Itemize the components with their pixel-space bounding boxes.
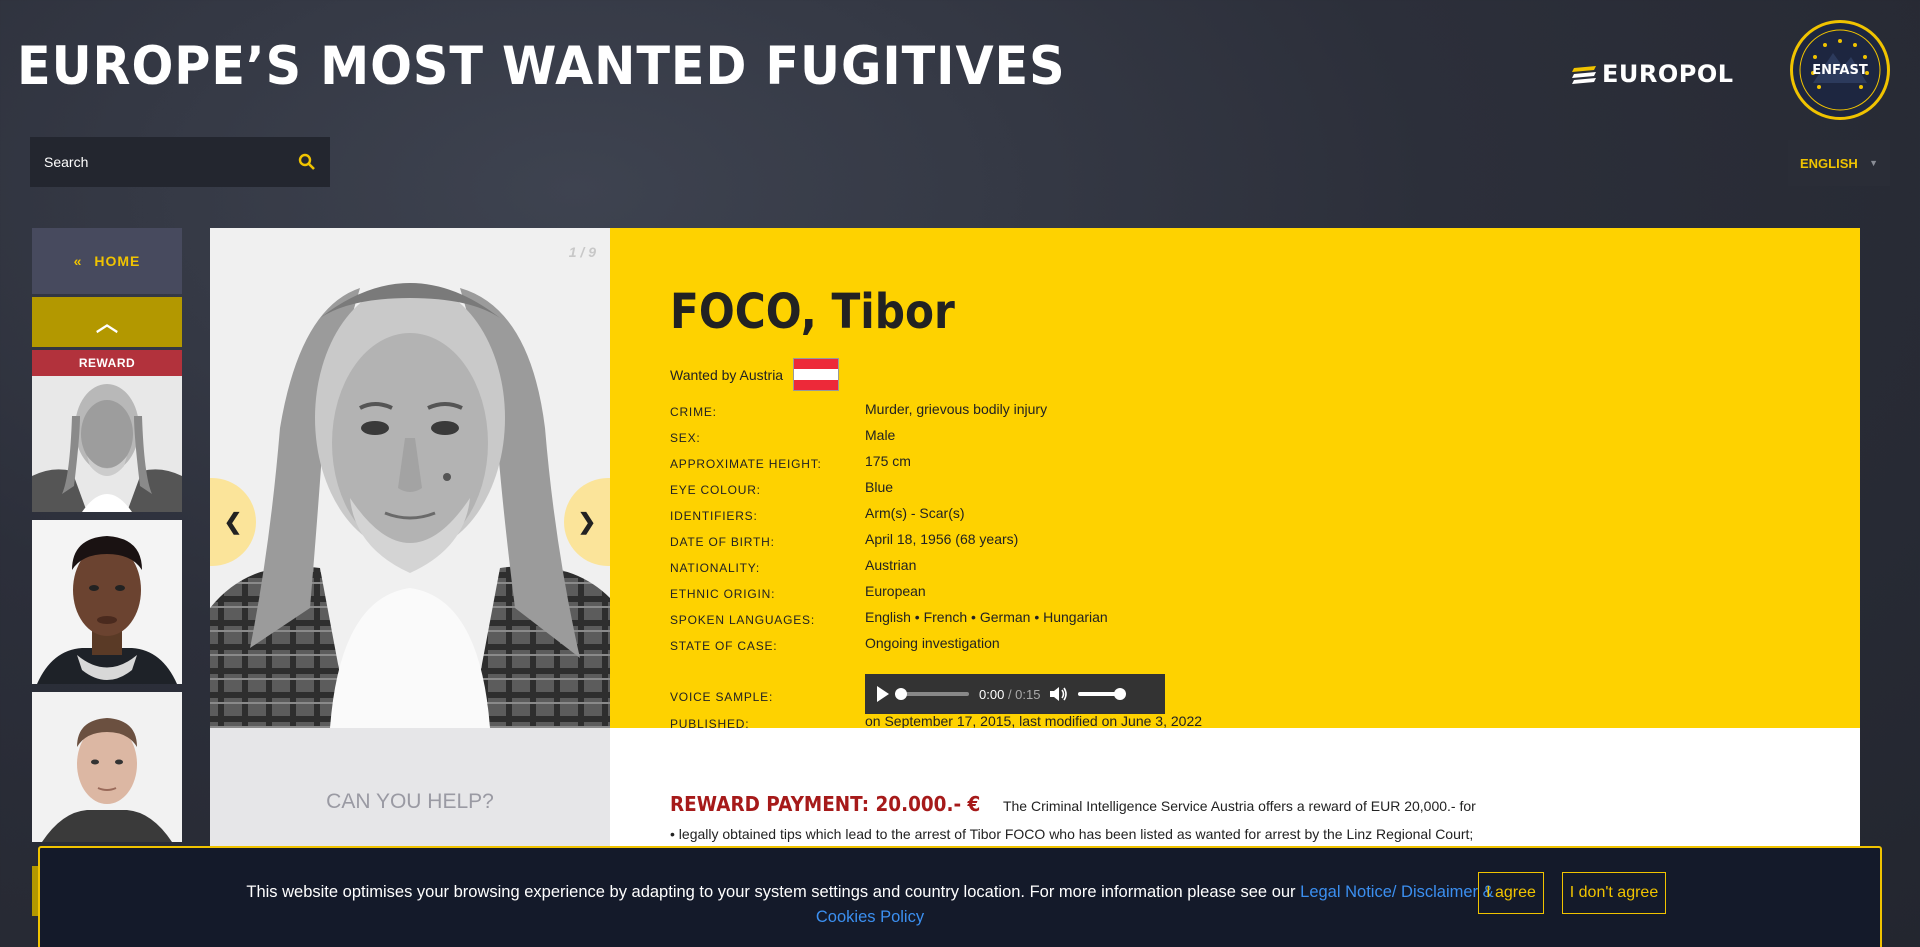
austria-flag-icon bbox=[793, 358, 840, 391]
home-button[interactable]: « HOME bbox=[32, 228, 182, 294]
fact-row-ethnic-origin: ETHNIC ORIGIN: European bbox=[670, 578, 1570, 604]
fact-label: NATIONALITY: bbox=[670, 561, 761, 575]
europol-logo[interactable]: EUROPOL bbox=[1572, 60, 1734, 88]
fact-label: DATE OF BIRTH: bbox=[670, 535, 775, 549]
fact-row-sex: SEX: Male bbox=[670, 422, 1570, 448]
site-title: EUROPE’S MOST WANTED FUGITIVES bbox=[17, 36, 1066, 97]
cookie-text: This website optimises your browsing exp… bbox=[240, 880, 1500, 930]
reward-heading: REWARD PAYMENT: 20.000.- € bbox=[670, 792, 981, 816]
fact-label: SEX: bbox=[670, 431, 701, 445]
search-box bbox=[30, 137, 330, 187]
audio-seek-handle[interactable] bbox=[895, 688, 907, 700]
fact-value: Austrian bbox=[865, 557, 917, 573]
fact-value: Blue bbox=[865, 479, 894, 495]
fact-row-date-of-birth: DATE OF BIRTH: April 18, 1956 (68 years) bbox=[670, 526, 1570, 552]
fact-value: April 18, 1956 (68 years) bbox=[865, 531, 1019, 547]
volume-slider[interactable] bbox=[1078, 688, 1127, 700]
fugitive-thumbnail-selected[interactable]: REWARD bbox=[32, 350, 182, 512]
audio-seek-bar[interactable] bbox=[895, 688, 969, 700]
fugitive-detail-card: 1 / 9 ❮ ❯ FOCO, Tibor Wanted by Austria … bbox=[210, 228, 1860, 947]
europol-mark-icon bbox=[1572, 66, 1596, 84]
caret-down-icon: ▼ bbox=[1869, 158, 1878, 168]
fact-label: STATE OF CASE: bbox=[670, 639, 778, 653]
fact-row-identifiers: IDENTIFIERS: Arm(s) - Scar(s) bbox=[670, 500, 1570, 526]
fugitive-facts: CRIME: Murder, grievous bodily injury SE… bbox=[670, 396, 1570, 734]
home-label: HOME bbox=[94, 253, 141, 269]
fact-row-crime: CRIME: Murder, grievous bodily injury bbox=[670, 396, 1570, 422]
fact-value: on September 17, 2015, last modified on … bbox=[865, 713, 1203, 729]
play-icon[interactable] bbox=[877, 686, 889, 702]
fact-value: Murder, grievous bodily injury bbox=[865, 401, 1048, 417]
fugitive-name: FOCO, Tibor bbox=[670, 284, 955, 340]
fugitive-thumbnail-image bbox=[32, 692, 182, 842]
volume-handle[interactable] bbox=[1114, 688, 1127, 700]
fugitive-sidebar: « HOME ︿ REWARD bbox=[32, 228, 182, 842]
scroll-up-button[interactable]: ︿ bbox=[32, 297, 182, 347]
audio-duration: / 0:15 bbox=[1007, 686, 1041, 702]
fact-value: Male bbox=[865, 427, 896, 443]
fugitive-photo bbox=[210, 228, 610, 728]
fact-label: EYE COLOUR: bbox=[670, 483, 761, 497]
enfast-logo-text: ENFAST bbox=[1812, 63, 1868, 78]
fugitive-info-panel: FOCO, Tibor Wanted by Austria CRIME: Mur… bbox=[610, 228, 1860, 731]
fact-label: VOICE SAMPLE: bbox=[670, 690, 774, 704]
voice-audio-player: 0:00 / 0:15 bbox=[865, 674, 1165, 714]
enfast-logo[interactable]: ENFAST bbox=[1790, 20, 1890, 120]
fact-row-spoken-languages: SPOKEN LANGUAGES: English • French • Ger… bbox=[670, 604, 1570, 630]
fact-row-eye-colour: EYE COLOUR: Blue bbox=[670, 474, 1570, 500]
reward-bullet: • legally obtained tips which lead to th… bbox=[670, 826, 1474, 842]
flag-stripe-top bbox=[794, 359, 839, 370]
reward-line: REWARD PAYMENT: 20.000.- € The Criminal … bbox=[670, 792, 1476, 816]
wanted-by: Wanted by Austria bbox=[670, 358, 840, 391]
fact-row-height: APPROXIMATE HEIGHT: 175 cm bbox=[670, 448, 1570, 474]
chevron-right-icon: ❯ bbox=[577, 509, 597, 534]
fugitive-thumbnail-image bbox=[32, 376, 182, 512]
fact-row-nationality: NATIONALITY: Austrian bbox=[670, 552, 1570, 578]
reward-tag: REWARD bbox=[32, 350, 182, 376]
fact-value: Ongoing investigation bbox=[865, 635, 1000, 651]
can-you-help-title: CAN YOU HELP? bbox=[326, 790, 494, 813]
fact-value: Arm(s) - Scar(s) bbox=[865, 505, 965, 521]
fact-value: European bbox=[865, 583, 926, 599]
europol-logo-text: EUROPOL bbox=[1602, 60, 1734, 88]
fact-label: CRIME: bbox=[670, 405, 717, 419]
language-select[interactable]: ENGLISH ▼ bbox=[1788, 140, 1890, 186]
agree-button[interactable]: I agree bbox=[1478, 872, 1544, 914]
fugitive-thumbnail[interactable] bbox=[32, 520, 182, 684]
photo-counter: 1 / 9 bbox=[568, 244, 596, 260]
fugitive-photo-panel: 1 / 9 ❮ ❯ bbox=[210, 228, 610, 728]
language-selected: ENGLISH bbox=[1800, 155, 1858, 171]
fact-label: IDENTIFIERS: bbox=[670, 509, 758, 523]
chevron-left-icon: ❮ bbox=[223, 509, 243, 534]
fact-value: English • French • German • Hungarian bbox=[865, 609, 1108, 625]
flag-stripe-middle bbox=[794, 369, 839, 380]
cookie-banner: This website optimises your browsing exp… bbox=[38, 846, 1882, 947]
cookie-message: This website optimises your browsing exp… bbox=[246, 883, 1296, 901]
wanted-by-text: Wanted by Austria bbox=[670, 366, 784, 383]
volume-icon[interactable] bbox=[1050, 687, 1068, 701]
chevron-up-icon: ︿ bbox=[95, 311, 118, 336]
fact-label: APPROXIMATE HEIGHT: bbox=[670, 457, 822, 471]
fact-row-voice-sample: VOICE SAMPLE: 0:00 / 0:15 bbox=[670, 656, 1570, 714]
fact-value: 175 cm bbox=[865, 453, 911, 469]
audio-current-time: 0:00 bbox=[979, 686, 1005, 702]
search-input[interactable] bbox=[44, 154, 298, 170]
reward-text: The Criminal Intelligence Service Austri… bbox=[1002, 798, 1476, 814]
double-chevron-left-icon: « bbox=[73, 253, 83, 269]
fugitive-thumbnail[interactable] bbox=[32, 692, 182, 842]
fact-label: ETHNIC ORIGIN: bbox=[670, 587, 776, 601]
flag-stripe-bottom bbox=[794, 379, 839, 390]
fugitive-thumbnail-image bbox=[32, 520, 182, 684]
search-icon[interactable] bbox=[298, 153, 316, 171]
fact-row-state-of-case: STATE OF CASE: Ongoing investigation bbox=[670, 630, 1570, 656]
disagree-button[interactable]: I don't agree bbox=[1562, 872, 1666, 914]
fact-label: SPOKEN LANGUAGES: bbox=[670, 613, 815, 627]
